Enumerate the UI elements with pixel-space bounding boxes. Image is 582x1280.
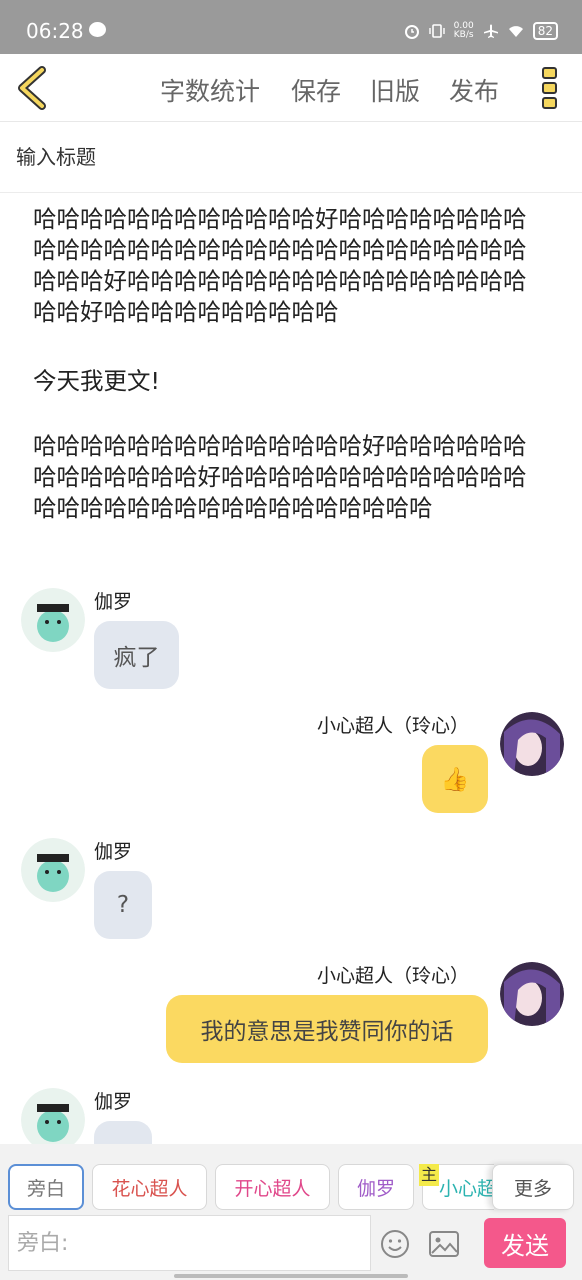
title-field [0, 122, 582, 193]
paragraph-3: 哈哈哈哈哈哈哈哈哈哈哈哈哈哈好哈哈哈哈哈哈哈哈哈哈哈哈哈好哈哈哈哈哈哈哈哈哈哈哈… [33, 432, 527, 522]
sender-name: 伽罗 [94, 841, 133, 863]
battery-level: 82 [537, 24, 553, 38]
vibrate-icon [428, 24, 445, 38]
net-speed: 0.00 KB/s [454, 22, 474, 40]
status-bar: 06:28 0.00 KB/s 82 [0, 0, 582, 54]
host-badge: 主 [419, 1164, 440, 1186]
role-chip-narrator[interactable]: 旁白 [8, 1164, 84, 1210]
save-button[interactable]: 保存 [291, 72, 341, 108]
role-label: 花心超人 [111, 1177, 188, 1200]
net-speed-unit: KB/s [453, 30, 474, 40]
status-icons: 0.00 KB/s 82 [404, 17, 558, 45]
status-time: 06:28 [26, 19, 84, 43]
sender-name: 小心超人（玲心） [317, 715, 470, 737]
more-label: 更多 [513, 1177, 552, 1200]
avatar-jialuo [21, 588, 85, 652]
home-indicator [174, 1274, 408, 1278]
role-label: 小心超 [439, 1177, 494, 1200]
airplane-icon [483, 24, 498, 38]
message-bubble: ? [94, 871, 152, 939]
battery-icon: 82 [532, 22, 558, 40]
paragraph-1: 哈哈哈哈哈哈哈哈哈哈哈哈好哈哈哈哈哈哈哈哈哈哈哈哈哈哈哈哈哈哈哈哈哈哈哈哈哈哈哈… [33, 205, 527, 326]
back-arrow-icon[interactable] [14, 66, 50, 110]
message-bubble: 疯了 [94, 621, 179, 689]
role-chip-huaxin[interactable]: 花心超人 [92, 1164, 207, 1210]
title-input[interactable] [16, 122, 566, 192]
more-menu-icon[interactable] [541, 66, 559, 110]
sender-name: 伽罗 [94, 591, 133, 613]
more-roles-button[interactable]: 更多 [492, 1164, 574, 1210]
role-chip-jialuo[interactable]: 伽罗 [338, 1164, 414, 1210]
avatar-jialuo [21, 838, 85, 902]
wifi-icon [508, 26, 523, 37]
sender-name: 小心超人（玲心） [317, 965, 470, 987]
top-toolbar: 字数统计 保存 旧版 发布 [0, 54, 582, 122]
send-button[interactable]: 发送 [484, 1218, 566, 1268]
old-version-button[interactable]: 旧版 [370, 72, 420, 108]
emoji-icon[interactable] [380, 1229, 410, 1259]
paragraph-2: 今天我更文! [33, 367, 160, 395]
role-label: 伽罗 [356, 1177, 395, 1200]
sender-name: 伽罗 [94, 1091, 133, 1113]
publish-button[interactable]: 发布 [449, 72, 499, 108]
message-bubble [94, 1121, 152, 1144]
role-label: 开心超人 [234, 1177, 311, 1200]
avatar-jialuo [21, 1088, 85, 1144]
image-icon[interactable] [428, 1230, 460, 1258]
role-chip-kaixin[interactable]: 开心超人 [215, 1164, 330, 1210]
message-icon [89, 22, 106, 37]
composer-bar: 旁白 花心超人 开心超人 伽罗 小心超 主 更多 发送 [0, 1144, 582, 1280]
story-content[interactable]: 哈哈哈哈哈哈哈哈哈哈哈哈好哈哈哈哈哈哈哈哈哈哈哈哈哈哈哈哈哈哈哈哈哈哈哈哈哈哈哈… [0, 194, 582, 1144]
alarm-icon [404, 25, 419, 39]
word-count-button[interactable]: 字数统计 [160, 72, 260, 108]
thumbs-up-icon: 👍 [440, 766, 470, 793]
message-input[interactable] [9, 1216, 370, 1270]
message-bubble: 👍 [422, 745, 488, 813]
message-input-box [8, 1215, 371, 1271]
message-bubble: 我的意思是我赞同你的话 [166, 995, 488, 1063]
avatar-lingxin [500, 962, 564, 1026]
avatar-lingxin [500, 712, 564, 776]
role-label: 旁白 [26, 1177, 65, 1200]
